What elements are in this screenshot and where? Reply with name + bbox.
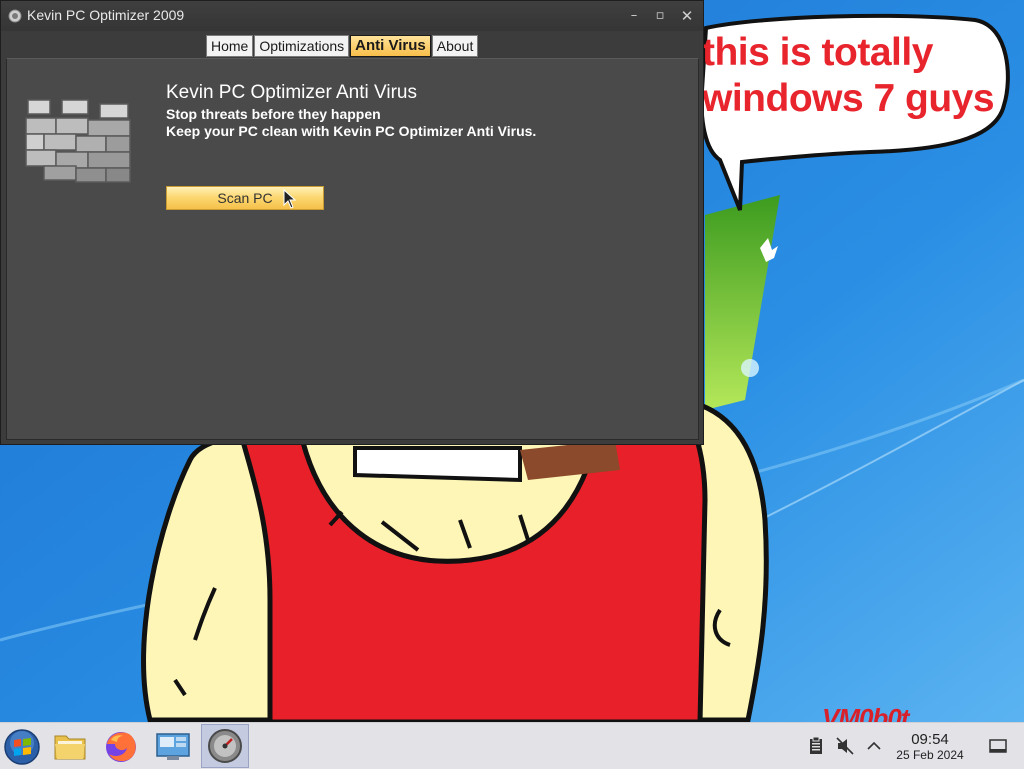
- clock-time[interactable]: 09:54: [888, 731, 972, 748]
- file-manager-icon[interactable]: [50, 726, 90, 766]
- speech-bubble-line-1: this is totally: [702, 31, 933, 74]
- anti-virus-subtitle-1: Stop threats before they happen: [166, 106, 381, 122]
- tab-home[interactable]: Home: [206, 35, 254, 57]
- optimizer-window: Kevin PC Optimizer 2009 – ▫ ✕ Home Optim…: [0, 0, 704, 445]
- app-title-icon: [8, 9, 22, 23]
- window-titlebar[interactable]: Kevin PC Optimizer 2009 – ▫ ✕: [1, 1, 703, 31]
- clock-date[interactable]: 25 Feb 2024: [888, 748, 972, 762]
- computer-explorer-icon[interactable]: [153, 726, 193, 766]
- show-desktop-icon[interactable]: [988, 736, 1008, 756]
- window-title: Kevin PC Optimizer 2009: [27, 7, 185, 23]
- minimize-button[interactable]: –: [625, 7, 643, 25]
- firefox-icon[interactable]: [101, 726, 141, 766]
- anti-virus-panel: Kevin PC Optimizer Anti Virus Stop threa…: [6, 58, 699, 440]
- firewall-brick-wall-icon: [25, 99, 131, 183]
- tab-anti-virus[interactable]: Anti Virus: [350, 35, 431, 57]
- speaker-muted-icon[interactable]: [835, 736, 855, 756]
- optimizer-taskbar-button[interactable]: [201, 724, 249, 768]
- tab-about[interactable]: About: [431, 35, 479, 57]
- anti-virus-subtitle-2: Keep your PC clean with Kevin PC Optimiz…: [166, 123, 537, 139]
- scan-pc-button[interactable]: Scan PC: [166, 186, 324, 210]
- close-button[interactable]: ✕: [678, 7, 696, 25]
- start-orb-icon[interactable]: [2, 726, 42, 766]
- anti-virus-heading: Kevin PC Optimizer Anti Virus: [166, 82, 417, 103]
- clipboard-icon[interactable]: [806, 736, 826, 756]
- maximize-button[interactable]: ▫: [651, 7, 669, 25]
- tab-optimizations[interactable]: Optimizations: [254, 35, 350, 57]
- chevron-up-icon[interactable]: [864, 736, 884, 756]
- taskbar: 09:54 25 Feb 2024: [0, 722, 1024, 769]
- mouse-cursor-icon: [283, 189, 297, 209]
- tab-bar: Home Optimizations Anti Virus About: [206, 35, 479, 57]
- speech-bubble-text: this is totally windows 7 guys: [702, 30, 1002, 122]
- optimizer-app-icon: [208, 729, 242, 763]
- speech-bubble-line-2: windows 7 guys: [702, 77, 995, 120]
